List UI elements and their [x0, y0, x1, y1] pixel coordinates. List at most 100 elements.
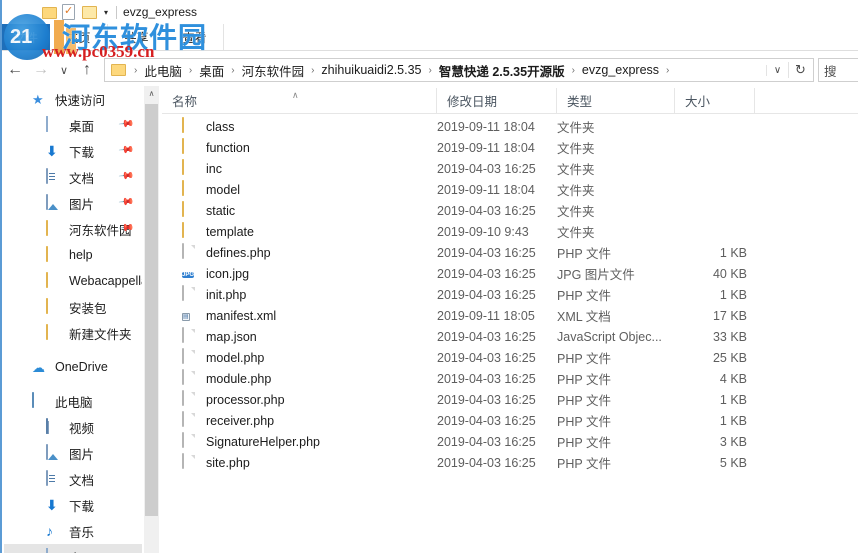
pin-icon[interactable]: 📌 [117, 168, 134, 184]
sidebar-item-pictures[interactable]: 图片 📌 [4, 190, 142, 216]
table-row[interactable]: static 2019-04-03 16:25 文件夹 [162, 200, 858, 221]
table-row[interactable]: defines.php 2019-04-03 16:25 PHP 文件 1 KB [162, 242, 858, 263]
file-name-cell[interactable]: defines.php [162, 243, 437, 261]
column-header-name[interactable]: 名称 ∧ [162, 87, 437, 114]
pin-icon[interactable]: 📌 [117, 194, 134, 210]
sidebar-group-quick-access[interactable]: ★ 快速访问 [4, 86, 142, 112]
sidebar-item-help[interactable]: help [4, 242, 142, 268]
video-icon [46, 417, 63, 436]
pin-icon[interactable]: 📌 [117, 142, 134, 158]
sidebar-item-new-folder[interactable]: 新建文件夹 [4, 320, 142, 346]
file-name-cell[interactable]: receiver.php [162, 411, 437, 429]
file-name-cell[interactable]: SignatureHelper.php [162, 432, 437, 450]
table-row[interactable]: ▤ manifest.xml 2019-09-11 18:05 XML 文档 17 KB [162, 305, 858, 326]
file-name-cell[interactable]: function [162, 138, 437, 156]
table-row[interactable]: inc 2019-04-03 16:25 文件夹 [162, 158, 858, 179]
column-label: 类型 [567, 95, 593, 109]
sidebar-item-hedong[interactable]: 河东软件园 📌 [4, 216, 142, 242]
pictures-icon [46, 443, 63, 462]
chevron-down-icon[interactable]: ∨ [766, 64, 788, 76]
search-input[interactable]: 搜 [818, 58, 858, 82]
file-icon [182, 390, 199, 408]
file-name-cell[interactable]: init.php [162, 285, 437, 303]
breadcrumb-item-desktop[interactable]: 桌面 [197, 61, 226, 80]
icon-glyph [182, 369, 184, 385]
file-size-cell: 25 KB [712, 350, 747, 365]
divider [2, 50, 858, 51]
file-name-cell[interactable]: inc [162, 159, 437, 177]
file-name-cell[interactable]: class [162, 117, 437, 135]
refresh-icon[interactable]: ↻ [788, 62, 812, 78]
forward-button[interactable]: → [28, 57, 54, 83]
address-bar[interactable]: › 此电脑 › 桌面 › 河东软件园 › zhihuikuaidi2.5.35 … [104, 58, 814, 82]
table-row[interactable]: site.php 2019-04-03 16:25 PHP 文件 5 KB [162, 452, 858, 473]
table-row[interactable]: template 2019-09-10 9:43 文件夹 [162, 221, 858, 242]
folder-icon[interactable] [42, 4, 59, 21]
sidebar-item-pictures-pc[interactable]: 图片 [4, 440, 142, 466]
table-row[interactable]: map.json 2019-04-03 16:25 JavaScript Objec… [162, 326, 858, 347]
file-name: function [206, 140, 250, 155]
sidebar-item-videos[interactable]: 视频 [4, 414, 142, 440]
tab-file[interactable]: 文件 [2, 24, 50, 51]
breadcrumb-item-hedong[interactable]: 河东软件园 [240, 61, 307, 80]
file-list[interactable]: class 2019-09-11 18:04 文件夹 function 2019-09-… [162, 116, 858, 553]
tab-share[interactable]: 共享 [108, 24, 166, 51]
file-name-cell[interactable]: model.php [162, 348, 437, 366]
column-header-date[interactable]: 修改日期 [437, 87, 557, 114]
file-name-cell[interactable]: ▤ manifest.xml [162, 307, 437, 324]
sidebar-item-downloads[interactable]: ⬇ 下载 📌 [4, 138, 142, 164]
breadcrumb-item-evzg-express[interactable]: evzg_express [580, 63, 661, 77]
column-header-type[interactable]: 类型 [557, 87, 675, 114]
file-name-cell[interactable]: template [162, 222, 437, 240]
new-folder-icon[interactable] [82, 4, 99, 21]
table-row[interactable]: receiver.php 2019-04-03 16:25 PHP 文件 1 KB [162, 410, 858, 431]
file-name-cell[interactable]: static [162, 201, 437, 219]
sidebar-scrollbar[interactable]: ∧ [144, 86, 159, 553]
breadcrumb-item-this-pc[interactable]: 此电脑 [142, 61, 184, 80]
properties-icon[interactable] [62, 3, 79, 21]
tab-view[interactable]: 查看 [166, 24, 224, 51]
back-button[interactable]: ← [2, 57, 28, 83]
sidebar-item-music[interactable]: ♪ 音乐 [4, 518, 142, 544]
sidebar-group-onedrive[interactable]: ☁ OneDrive [4, 354, 142, 380]
table-row[interactable]: init.php 2019-04-03 16:25 PHP 文件 1 KB [162, 284, 858, 305]
pin-icon[interactable]: 📌 [117, 116, 134, 132]
chevron-down-icon[interactable]: ▾ [104, 8, 108, 17]
table-row[interactable]: module.php 2019-04-03 16:25 PHP 文件 4 KB [162, 368, 858, 389]
breadcrumb-item-zhihuikuaidi[interactable]: zhihuikuaidi2.5.35 [319, 63, 423, 77]
file-name: inc [206, 161, 222, 176]
sidebar-group-this-pc[interactable]: 此电脑 [4, 388, 142, 414]
file-type-cell: PHP 文件 [557, 436, 611, 450]
table-row[interactable]: model 2019-09-11 18:04 文件夹 [162, 179, 858, 200]
recent-locations-button[interactable]: ∨ [54, 57, 74, 83]
icon-glyph [182, 243, 184, 259]
sidebar-item-desktop[interactable]: 桌面 📌 [4, 112, 142, 138]
scroll-up-icon[interactable]: ∧ [144, 86, 159, 102]
sidebar-item-desktop-pc[interactable]: 桌面 [4, 544, 142, 553]
breadcrumb-item-zhihui-express[interactable]: 智慧快递 2.5.35开源版 [437, 61, 567, 80]
title-bar: ▾ evzg_express [2, 0, 858, 24]
tab-home[interactable]: 主页 [50, 24, 108, 51]
file-name-cell[interactable]: module.php [162, 369, 437, 387]
sidebar-item-webacappella[interactable]: Webacappella [4, 268, 142, 294]
table-row[interactable]: SignatureHelper.php 2019-04-03 16:25 PHP 文… [162, 431, 858, 452]
table-row[interactable]: JPG icon.jpg 2019-04-03 16:25 JPG 图片文件 40 KB [162, 263, 858, 284]
table-row[interactable]: model.php 2019-04-03 16:25 PHP 文件 25 KB [162, 347, 858, 368]
file-name-cell[interactable]: processor.php [162, 390, 437, 408]
file-name-cell[interactable]: map.json [162, 327, 437, 345]
sidebar-item-documents[interactable]: 文档 📌 [4, 164, 142, 190]
table-row[interactable]: class 2019-09-11 18:04 文件夹 [162, 116, 858, 137]
table-row[interactable]: function 2019-09-11 18:04 文件夹 [162, 137, 858, 158]
file-name-cell[interactable]: JPG icon.jpg [162, 265, 437, 282]
table-row[interactable]: processor.php 2019-04-03 16:25 PHP 文件 1 KB [162, 389, 858, 410]
file-name-cell[interactable]: model [162, 180, 437, 198]
file-size-cell: 1 KB [719, 287, 747, 302]
up-button[interactable]: ↑ [74, 57, 100, 83]
file-name: module.php [206, 371, 272, 386]
sidebar-item-documents-pc[interactable]: 文档 [4, 466, 142, 492]
sidebar-item-downloads-pc[interactable]: ⬇ 下载 [4, 492, 142, 518]
scrollbar-thumb[interactable] [145, 104, 158, 516]
file-name-cell[interactable]: site.php [162, 453, 437, 471]
sidebar-item-install-package[interactable]: 安装包 [4, 294, 142, 320]
column-header-size[interactable]: 大小 [675, 87, 755, 114]
